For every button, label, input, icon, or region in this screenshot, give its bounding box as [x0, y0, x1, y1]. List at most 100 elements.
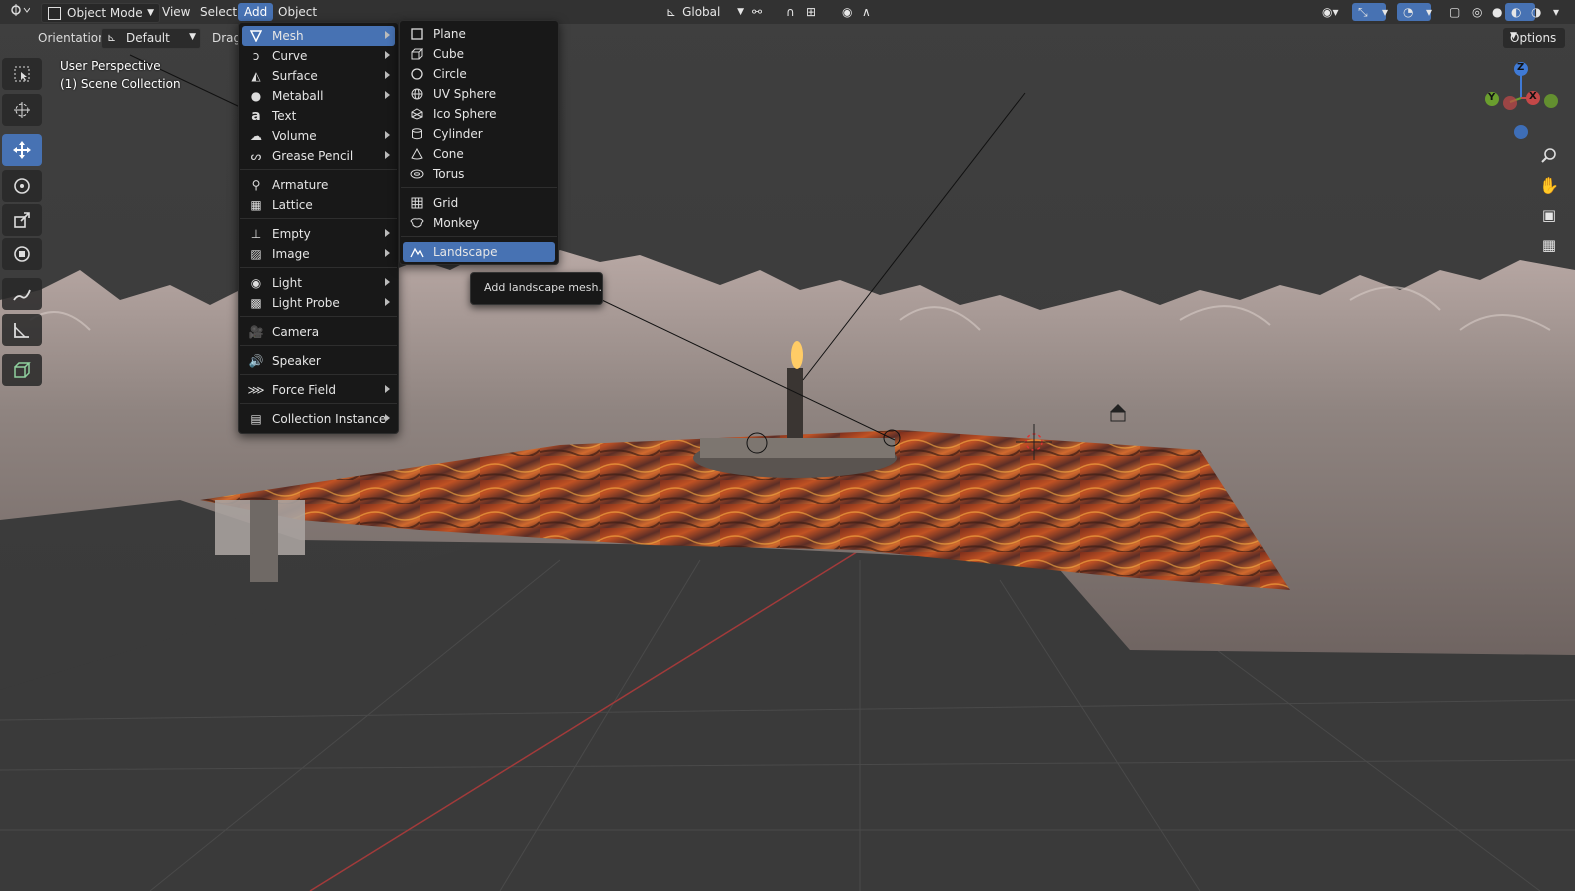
text-icon: a	[251, 108, 261, 124]
light-probe-icon: ▩	[250, 296, 262, 310]
mode-label: Object Mode	[67, 6, 143, 20]
axis-z-label: Z	[1517, 62, 1525, 73]
add-menu-item-armature[interactable]: ⚲ Armature	[242, 175, 395, 195]
chevron-down-icon[interactable]: ▾	[1420, 3, 1442, 21]
add-menu-item-grease-pencil[interactable]: ᔕ Grease Pencil	[242, 146, 395, 166]
add-menu-item-metaball[interactable]: ● Metaball	[242, 86, 395, 106]
add-menu-item-collection-instance[interactable]: ▤ Collection Instance	[242, 409, 395, 429]
submenu-arrow-icon	[385, 385, 390, 393]
submenu-arrow-icon	[385, 91, 390, 99]
chevron-down-icon: ▼	[189, 32, 196, 42]
object-mode-icon	[48, 7, 61, 20]
menu-item-label: Torus	[433, 167, 465, 181]
menu-separator	[401, 236, 557, 237]
cursor-tool-icon[interactable]	[2, 94, 42, 126]
falloff-icon[interactable]: ∧	[856, 3, 892, 21]
add-menu-item-empty[interactable]: ⊥ Empty	[242, 224, 395, 244]
menu-item-label: Volume	[272, 129, 317, 143]
snap-target-icon[interactable]: ⊞	[800, 3, 836, 21]
camera-icon: 🎥	[248, 325, 264, 339]
menu-item-label: Force Field	[272, 383, 336, 397]
chevron-down-icon[interactable]: ▾	[1547, 3, 1573, 21]
menu-separator	[240, 345, 397, 346]
mesh-item-ico-sphere[interactable]: Ico Sphere	[403, 104, 555, 124]
menu-item-label: Metaball	[272, 89, 324, 103]
orientation-value: Default	[126, 31, 170, 45]
mesh-item-landscape[interactable]: Landscape	[403, 242, 555, 262]
add-menu-item-volume[interactable]: ☁ Volume	[242, 126, 395, 146]
options-dropdown[interactable]: Options ▼	[1503, 28, 1565, 48]
cone-icon	[409, 146, 425, 162]
pan-hand-icon[interactable]: ✋	[1536, 172, 1562, 198]
add-cube-tool-icon[interactable]	[2, 354, 42, 386]
mesh-item-cone[interactable]: Cone	[403, 144, 555, 164]
viewport-header: Object Mode ▼ View Select Add Object ⊾ Glo…	[0, 0, 1575, 24]
menu-separator	[240, 169, 397, 170]
perspective-toggle-icon[interactable]: ▦	[1536, 232, 1562, 258]
grease-pencil-icon: ᔕ	[250, 149, 262, 163]
navigation-gizmo[interactable]: Z X Y	[1484, 58, 1564, 144]
light-icon: ◉	[250, 276, 262, 290]
speaker-icon: 🔊	[248, 354, 264, 368]
3d-viewport[interactable]	[0, 0, 1575, 891]
scale-tool-icon[interactable]	[2, 204, 42, 236]
add-menu-item-image[interactable]: ▨ Image	[242, 244, 395, 264]
add-menu-item-camera[interactable]: 🎥 Camera	[242, 322, 395, 342]
add-menu-item-light-probe[interactable]: ▩ Light Probe	[242, 293, 395, 313]
uv-sphere-icon	[409, 86, 425, 102]
mode-dropdown[interactable]: Object Mode ▼	[41, 3, 160, 23]
menu-item-label: Curve	[272, 49, 308, 63]
axis-y-label: Y	[1488, 92, 1496, 103]
menu-object[interactable]: Object	[272, 3, 323, 21]
mesh-item-plane[interactable]: Plane	[403, 24, 555, 44]
mesh-item-monkey[interactable]: Monkey	[403, 213, 555, 233]
rotate-tool-icon[interactable]	[2, 170, 42, 202]
mesh-item-cube[interactable]: Cube	[403, 44, 555, 64]
mesh-item-torus[interactable]: Torus	[403, 164, 555, 184]
mesh-item-cylinder[interactable]: Cylinder	[403, 124, 555, 144]
menu-add[interactable]: Add	[238, 3, 274, 21]
add-menu-item-surface[interactable]: ◭ Surface	[242, 66, 395, 86]
submenu-arrow-icon	[385, 31, 390, 39]
menu-separator	[401, 187, 557, 188]
camera-view-icon[interactable]: ▣	[1536, 202, 1562, 228]
orientation-axes-icon: ⊾	[666, 5, 677, 19]
add-menu-item-speaker[interactable]: 🔊 Speaker	[242, 351, 395, 371]
submenu-arrow-icon	[385, 298, 390, 306]
transform-tool-icon[interactable]	[2, 238, 42, 270]
menu-item-label: Text	[272, 109, 297, 123]
chevron-down-icon[interactable]: ▾	[1376, 3, 1398, 21]
add-menu-item-mesh[interactable]: Mesh	[242, 26, 395, 46]
annotate-tool-icon[interactable]	[2, 278, 42, 310]
move-tool-icon[interactable]	[2, 134, 42, 166]
metaball-icon: ●	[250, 89, 262, 103]
add-menu-item-text[interactable]: a Text	[242, 106, 395, 126]
tooltip: Add landscape mesh.	[470, 272, 603, 305]
menu-item-label: Empty	[272, 227, 311, 241]
measure-tool-icon[interactable]	[2, 314, 42, 346]
menu-item-label: Cylinder	[433, 127, 483, 141]
menu-item-label: Surface	[272, 69, 318, 83]
add-menu-item-force-field[interactable]: ⋙ Force Field	[242, 380, 395, 400]
menu-select[interactable]: Select	[194, 3, 243, 21]
empty-icon: ⊥	[250, 227, 262, 241]
editor-type-icon[interactable]	[4, 3, 40, 21]
add-menu-item-curve[interactable]: ↄ Curve	[242, 46, 395, 66]
zoom-icon[interactable]	[1536, 142, 1562, 168]
orientation-dropdown[interactable]: ⊾ Default ▼	[101, 28, 201, 49]
mesh-item-uv-sphere[interactable]: UV Sphere	[403, 84, 555, 104]
transform-orientation-dropdown[interactable]: ⊾ Global ▼	[660, 3, 748, 21]
curve-icon: ↄ	[252, 49, 260, 63]
menu-item-label: UV Sphere	[433, 87, 497, 101]
submenu-arrow-icon	[385, 71, 390, 79]
surface-icon: ◭	[251, 69, 261, 83]
select-box-tool-icon[interactable]	[2, 58, 42, 90]
menu-separator	[240, 374, 397, 375]
add-menu-item-light[interactable]: ◉ Light	[242, 273, 395, 293]
menu-view[interactable]: View	[156, 3, 196, 21]
plane-icon	[409, 26, 425, 42]
add-menu-item-lattice[interactable]: ▦ Lattice	[242, 195, 395, 215]
pivot-point-icon[interactable]: ⚯	[746, 3, 784, 21]
mesh-item-grid[interactable]: Grid	[403, 193, 555, 213]
mesh-item-circle[interactable]: Circle	[403, 64, 555, 84]
